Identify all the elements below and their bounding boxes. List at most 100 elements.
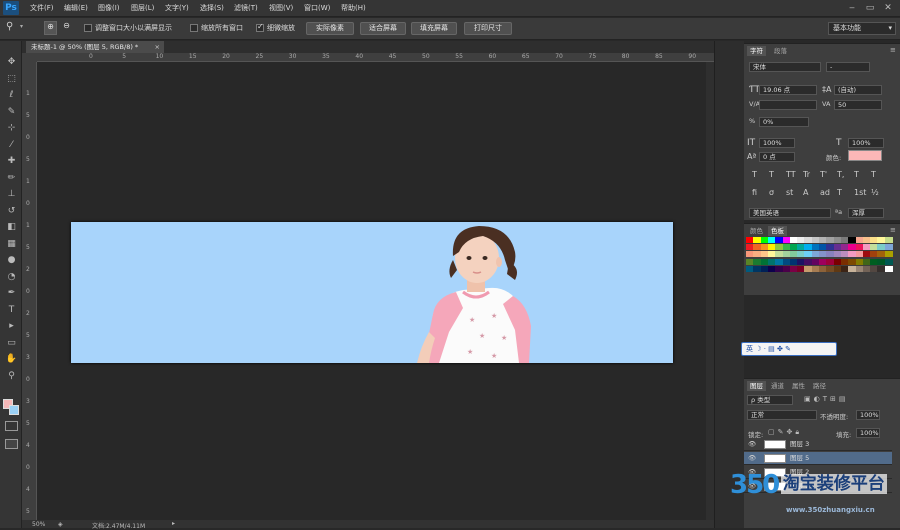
vertical-scrollbar[interactable]: [706, 62, 714, 520]
blend-mode-select[interactable]: 正常: [747, 410, 817, 420]
type-style-button[interactable]: T': [820, 170, 827, 179]
zoom-level[interactable]: 50%: [32, 521, 45, 528]
type-style-button[interactable]: TT: [786, 170, 796, 179]
color-swatch[interactable]: [884, 258, 893, 265]
quick-select-tool-icon[interactable]: ✎: [4, 105, 19, 119]
visibility-eye-icon[interactable]: 👁︎: [748, 438, 756, 451]
menu-item[interactable]: 文字(Y): [165, 3, 189, 13]
color-swatch[interactable]: [884, 244, 893, 251]
menu-item[interactable]: 滤镜(T): [234, 3, 258, 13]
zoom-out-icon[interactable]: ⊖: [60, 21, 73, 35]
tool-preset-dropdown-icon[interactable]: ▾: [20, 23, 23, 30]
menu-item[interactable]: 图层(L): [131, 3, 154, 13]
crop-tool-icon[interactable]: ⊹: [4, 121, 19, 135]
baseline-shift-field[interactable]: 0 点: [759, 152, 795, 162]
maximize-icon[interactable]: ▭: [864, 2, 876, 14]
panel-menu-icon[interactable]: ≡: [890, 46, 896, 54]
fill-screen-button[interactable]: 填充屏幕: [411, 22, 457, 35]
pen-tool-icon[interactable]: ✒: [4, 286, 19, 300]
menu-item[interactable]: 窗口(W): [304, 3, 330, 13]
color-swatch[interactable]: [884, 265, 893, 272]
tab-color[interactable]: 颜色: [747, 226, 766, 236]
document-tab[interactable]: 未标题-1 @ 50% (图层 5, RGB/8) * ×: [26, 41, 164, 53]
tab-channels[interactable]: 通道: [768, 381, 787, 391]
layer-row[interactable]: 👁︎ 图层 3: [744, 438, 892, 451]
lock-icons[interactable]: ▢✎✥🔒︎: [768, 428, 802, 437]
menu-item[interactable]: 帮助(H): [341, 3, 366, 13]
move-tool-icon[interactable]: ✥: [4, 55, 19, 69]
menu-item[interactable]: 图像(I): [98, 3, 120, 13]
menu-item[interactable]: 视图(V): [269, 3, 293, 13]
language-select[interactable]: 美国英语: [749, 208, 831, 218]
workspace-dropdown[interactable]: 基本功能 ▾: [828, 22, 896, 35]
type-style-button[interactable]: ½: [871, 188, 879, 197]
eyedropper-tool-icon[interactable]: ⁄: [4, 138, 19, 152]
swatch-grid[interactable]: [746, 237, 893, 293]
layer-row[interactable]: 👁︎ 图层 5: [744, 452, 892, 465]
tab-swatches[interactable]: 色板: [768, 226, 787, 236]
visibility-eye-icon[interactable]: 👁︎: [748, 452, 756, 465]
tab-properties[interactable]: 属性: [789, 381, 808, 391]
path-select-tool-icon[interactable]: ▸: [4, 319, 19, 333]
quick-mask-icon[interactable]: [5, 421, 18, 431]
healing-tool-icon[interactable]: ✚: [4, 154, 19, 168]
actual-pixels-button[interactable]: 实际像素: [306, 22, 354, 35]
color-swatch[interactable]: [884, 251, 893, 258]
tab-paths[interactable]: 路径: [810, 381, 829, 391]
layer-filter-icons[interactable]: ▣◐T⊞▤: [804, 395, 848, 403]
font-size-field[interactable]: 19.06 点: [759, 85, 817, 95]
document-tab-close-icon[interactable]: ×: [155, 41, 160, 53]
fit-screen-button[interactable]: 适合屏幕: [360, 22, 406, 35]
hand-tool-icon[interactable]: ✋: [4, 352, 19, 366]
font-style-select[interactable]: -: [826, 62, 870, 72]
tab-character[interactable]: 字符: [747, 46, 766, 56]
panel-menu-icon[interactable]: ≡: [890, 226, 896, 234]
history-brush-tool-icon[interactable]: ↺: [4, 204, 19, 218]
text-color-swatch[interactable]: [848, 150, 882, 161]
type-style-button[interactable]: Tr: [803, 170, 810, 179]
layer-filter-select[interactable]: ρ 类型: [747, 395, 793, 405]
type-style-button[interactable]: T,: [837, 170, 844, 179]
type-style-button[interactable]: σ: [769, 188, 774, 197]
type-style-button[interactable]: T: [871, 170, 876, 179]
lasso-tool-icon[interactable]: ℓ: [4, 88, 19, 102]
opacity-field[interactable]: 100%: [856, 410, 880, 420]
anti-alias-select[interactable]: 浑厚: [848, 208, 884, 218]
marquee-tool-icon[interactable]: ⬚: [4, 72, 19, 86]
zoom-tool-icon[interactable]: ⚲: [6, 21, 13, 32]
leading-field[interactable]: (自动): [834, 85, 882, 95]
scrubby-zoom-checkbox[interactable]: [256, 22, 264, 32]
minimize-icon[interactable]: ‒: [846, 2, 858, 14]
kerning-field[interactable]: [759, 100, 817, 110]
zoom-tool-icon[interactable]: ⚲: [4, 369, 19, 383]
menu-item[interactable]: 选择(S): [200, 3, 224, 13]
type-style-button[interactable]: T: [752, 170, 757, 179]
horizontal-scale-field[interactable]: 100%: [848, 138, 884, 148]
tsume-field[interactable]: 0%: [759, 117, 809, 127]
type-style-button[interactable]: fi: [752, 188, 757, 197]
ime-toolbar[interactable]: 英 ☽ · ▤ ✤ ✎: [741, 342, 837, 356]
menu-item[interactable]: 文件(F): [30, 3, 54, 13]
stamp-tool-icon[interactable]: ⊥: [4, 187, 19, 201]
eraser-tool-icon[interactable]: ◧: [4, 220, 19, 234]
vertical-scale-field[interactable]: 100%: [759, 138, 795, 148]
status-info-icon[interactable]: ◈: [58, 521, 63, 528]
dodge-tool-icon[interactable]: ◔: [4, 270, 19, 284]
font-family-select[interactable]: 宋体: [749, 62, 821, 72]
tab-layers[interactable]: 图层: [747, 381, 766, 391]
type-style-button[interactable]: T: [837, 188, 842, 197]
zoom-in-icon[interactable]: ⊕: [44, 21, 57, 35]
type-style-button[interactable]: T: [854, 170, 859, 179]
type-style-button[interactable]: 1st: [854, 188, 866, 197]
type-tool-icon[interactable]: T: [4, 303, 19, 317]
menu-item[interactable]: 编辑(E): [64, 3, 88, 13]
brush-tool-icon[interactable]: ✏: [4, 171, 19, 185]
gradient-tool-icon[interactable]: ▦: [4, 237, 19, 251]
status-arrow-icon[interactable]: ▸: [172, 520, 178, 528]
tracking-field[interactable]: 50: [834, 100, 882, 110]
shape-tool-icon[interactable]: ▭: [4, 336, 19, 350]
fill-field[interactable]: 100%: [856, 428, 880, 438]
background-color-swatch[interactable]: [9, 405, 19, 415]
tab-paragraph[interactable]: 段落: [771, 46, 790, 56]
color-swatch[interactable]: [884, 237, 893, 243]
